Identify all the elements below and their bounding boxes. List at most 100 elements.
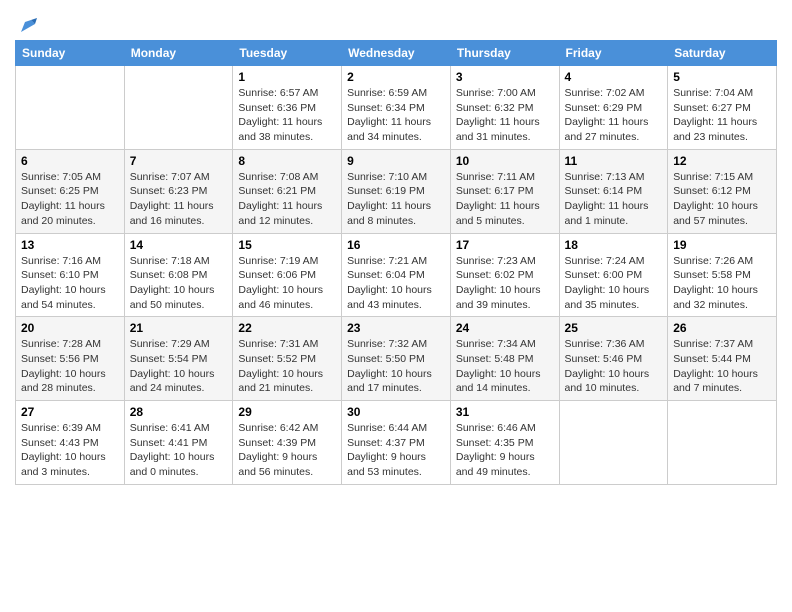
day-number: 22: [238, 321, 336, 335]
calendar-cell: 22 Sunrise: 7:31 AM Sunset: 5:52 PM Dayli…: [233, 317, 342, 401]
day-number: 31: [456, 405, 554, 419]
day-info: Sunrise: 7:29 AM Sunset: 5:54 PM Dayligh…: [130, 337, 228, 396]
day-info: Sunrise: 6:59 AM Sunset: 6:34 PM Dayligh…: [347, 86, 445, 145]
calendar-cell: 7 Sunrise: 7:07 AM Sunset: 6:23 PM Daylig…: [124, 149, 233, 233]
day-number: 7: [130, 154, 228, 168]
day-info: Sunrise: 7:07 AM Sunset: 6:23 PM Dayligh…: [130, 170, 228, 229]
calendar-header-friday: Friday: [559, 41, 668, 66]
day-number: 24: [456, 321, 554, 335]
calendar-cell: [124, 66, 233, 150]
calendar-table: SundayMondayTuesdayWednesdayThursdayFrid…: [15, 40, 777, 485]
day-number: 21: [130, 321, 228, 335]
day-info: Sunrise: 7:10 AM Sunset: 6:19 PM Dayligh…: [347, 170, 445, 229]
day-number: 26: [673, 321, 771, 335]
day-info: Sunrise: 7:37 AM Sunset: 5:44 PM Dayligh…: [673, 337, 771, 396]
day-number: 14: [130, 238, 228, 252]
day-number: 20: [21, 321, 119, 335]
calendar-cell: 27 Sunrise: 6:39 AM Sunset: 4:43 PM Dayli…: [16, 401, 125, 485]
day-number: 28: [130, 405, 228, 419]
calendar-cell: 4 Sunrise: 7:02 AM Sunset: 6:29 PM Daylig…: [559, 66, 668, 150]
day-number: 25: [565, 321, 663, 335]
day-info: Sunrise: 6:42 AM Sunset: 4:39 PM Dayligh…: [238, 421, 336, 480]
calendar-cell: 12 Sunrise: 7:15 AM Sunset: 6:12 PM Dayli…: [668, 149, 777, 233]
day-info: Sunrise: 7:21 AM Sunset: 6:04 PM Dayligh…: [347, 254, 445, 313]
day-info: Sunrise: 6:39 AM Sunset: 4:43 PM Dayligh…: [21, 421, 119, 480]
calendar-cell: 9 Sunrise: 7:10 AM Sunset: 6:19 PM Daylig…: [342, 149, 451, 233]
calendar-cell: 31 Sunrise: 6:46 AM Sunset: 4:35 PM Dayli…: [450, 401, 559, 485]
day-number: 16: [347, 238, 445, 252]
day-info: Sunrise: 7:24 AM Sunset: 6:00 PM Dayligh…: [565, 254, 663, 313]
day-info: Sunrise: 7:18 AM Sunset: 6:08 PM Dayligh…: [130, 254, 228, 313]
day-info: Sunrise: 7:00 AM Sunset: 6:32 PM Dayligh…: [456, 86, 554, 145]
day-info: Sunrise: 7:05 AM Sunset: 6:25 PM Dayligh…: [21, 170, 119, 229]
logo-icon: [17, 14, 39, 36]
calendar-week-row: 1 Sunrise: 6:57 AM Sunset: 6:36 PM Daylig…: [16, 66, 777, 150]
calendar-cell: 19 Sunrise: 7:26 AM Sunset: 5:58 PM Dayli…: [668, 233, 777, 317]
calendar-header-wednesday: Wednesday: [342, 41, 451, 66]
day-number: 5: [673, 70, 771, 84]
calendar-cell: 30 Sunrise: 6:44 AM Sunset: 4:37 PM Dayli…: [342, 401, 451, 485]
calendar-cell: 25 Sunrise: 7:36 AM Sunset: 5:46 PM Dayli…: [559, 317, 668, 401]
calendar-cell: 14 Sunrise: 7:18 AM Sunset: 6:08 PM Dayli…: [124, 233, 233, 317]
day-info: Sunrise: 7:16 AM Sunset: 6:10 PM Dayligh…: [21, 254, 119, 313]
day-number: 15: [238, 238, 336, 252]
day-info: Sunrise: 6:57 AM Sunset: 6:36 PM Dayligh…: [238, 86, 336, 145]
day-number: 4: [565, 70, 663, 84]
calendar-cell: 21 Sunrise: 7:29 AM Sunset: 5:54 PM Dayli…: [124, 317, 233, 401]
day-number: 18: [565, 238, 663, 252]
day-number: 10: [456, 154, 554, 168]
calendar-cell: 5 Sunrise: 7:04 AM Sunset: 6:27 PM Daylig…: [668, 66, 777, 150]
calendar-cell: 29 Sunrise: 6:42 AM Sunset: 4:39 PM Dayli…: [233, 401, 342, 485]
day-info: Sunrise: 7:28 AM Sunset: 5:56 PM Dayligh…: [21, 337, 119, 396]
calendar-cell: 23Sunrise: 7:32 AM Sunset: 5:50 PM Dayli…: [342, 317, 451, 401]
day-number: 2: [347, 70, 445, 84]
day-info: Sunrise: 7:34 AM Sunset: 5:48 PM Dayligh…: [456, 337, 554, 396]
day-info: Sunrise: 7:04 AM Sunset: 6:27 PM Dayligh…: [673, 86, 771, 145]
calendar-header-saturday: Saturday: [668, 41, 777, 66]
calendar-cell: 11 Sunrise: 7:13 AM Sunset: 6:14 PM Dayli…: [559, 149, 668, 233]
day-info: Sunrise: 7:02 AM Sunset: 6:29 PM Dayligh…: [565, 86, 663, 145]
calendar-cell: 1 Sunrise: 6:57 AM Sunset: 6:36 PM Daylig…: [233, 66, 342, 150]
day-number: 8: [238, 154, 336, 168]
calendar-cell: 13Sunrise: 7:16 AM Sunset: 6:10 PM Dayli…: [16, 233, 125, 317]
calendar-cell: 26 Sunrise: 7:37 AM Sunset: 5:44 PM Dayli…: [668, 317, 777, 401]
day-info: Sunrise: 6:46 AM Sunset: 4:35 PM Dayligh…: [456, 421, 554, 480]
day-info: Sunrise: 7:31 AM Sunset: 5:52 PM Dayligh…: [238, 337, 336, 396]
calendar-cell: [668, 401, 777, 485]
day-number: 3: [456, 70, 554, 84]
day-number: 17: [456, 238, 554, 252]
day-info: Sunrise: 7:26 AM Sunset: 5:58 PM Dayligh…: [673, 254, 771, 313]
calendar-week-row: 27 Sunrise: 6:39 AM Sunset: 4:43 PM Dayli…: [16, 401, 777, 485]
day-info: Sunrise: 7:13 AM Sunset: 6:14 PM Dayligh…: [565, 170, 663, 229]
calendar-cell: 10 Sunrise: 7:11 AM Sunset: 6:17 PM Dayli…: [450, 149, 559, 233]
day-info: Sunrise: 7:11 AM Sunset: 6:17 PM Dayligh…: [456, 170, 554, 229]
day-number: 30: [347, 405, 445, 419]
logo: [15, 14, 39, 36]
calendar-week-row: 6 Sunrise: 7:05 AM Sunset: 6:25 PM Daylig…: [16, 149, 777, 233]
day-number: 29: [238, 405, 336, 419]
day-number: 9: [347, 154, 445, 168]
calendar-cell: 15 Sunrise: 7:19 AM Sunset: 6:06 PM Dayli…: [233, 233, 342, 317]
calendar-week-row: 20 Sunrise: 7:28 AM Sunset: 5:56 PM Dayli…: [16, 317, 777, 401]
calendar-header-thursday: Thursday: [450, 41, 559, 66]
day-info: Sunrise: 6:41 AM Sunset: 4:41 PM Dayligh…: [130, 421, 228, 480]
calendar-cell: 20 Sunrise: 7:28 AM Sunset: 5:56 PM Dayli…: [16, 317, 125, 401]
calendar-cell: 28 Sunrise: 6:41 AM Sunset: 4:41 PM Dayli…: [124, 401, 233, 485]
day-info: Sunrise: 7:19 AM Sunset: 6:06 PM Dayligh…: [238, 254, 336, 313]
calendar-cell: 2 Sunrise: 6:59 AM Sunset: 6:34 PM Daylig…: [342, 66, 451, 150]
calendar-cell: 3 Sunrise: 7:00 AM Sunset: 6:32 PM Daylig…: [450, 66, 559, 150]
day-number: 11: [565, 154, 663, 168]
calendar-header-sunday: Sunday: [16, 41, 125, 66]
day-number: 27: [21, 405, 119, 419]
day-number: 12: [673, 154, 771, 168]
day-info: Sunrise: 6:44 AM Sunset: 4:37 PM Dayligh…: [347, 421, 445, 480]
day-number: 6: [21, 154, 119, 168]
day-info: Sunrise: 7:36 AM Sunset: 5:46 PM Dayligh…: [565, 337, 663, 396]
calendar-cell: 24 Sunrise: 7:34 AM Sunset: 5:48 PM Dayli…: [450, 317, 559, 401]
calendar-week-row: 13Sunrise: 7:16 AM Sunset: 6:10 PM Dayli…: [16, 233, 777, 317]
day-number: 23: [347, 321, 445, 335]
calendar-cell: 16 Sunrise: 7:21 AM Sunset: 6:04 PM Dayli…: [342, 233, 451, 317]
day-info: Sunrise: 7:15 AM Sunset: 6:12 PM Dayligh…: [673, 170, 771, 229]
day-number: 19: [673, 238, 771, 252]
day-number: 1: [238, 70, 336, 84]
